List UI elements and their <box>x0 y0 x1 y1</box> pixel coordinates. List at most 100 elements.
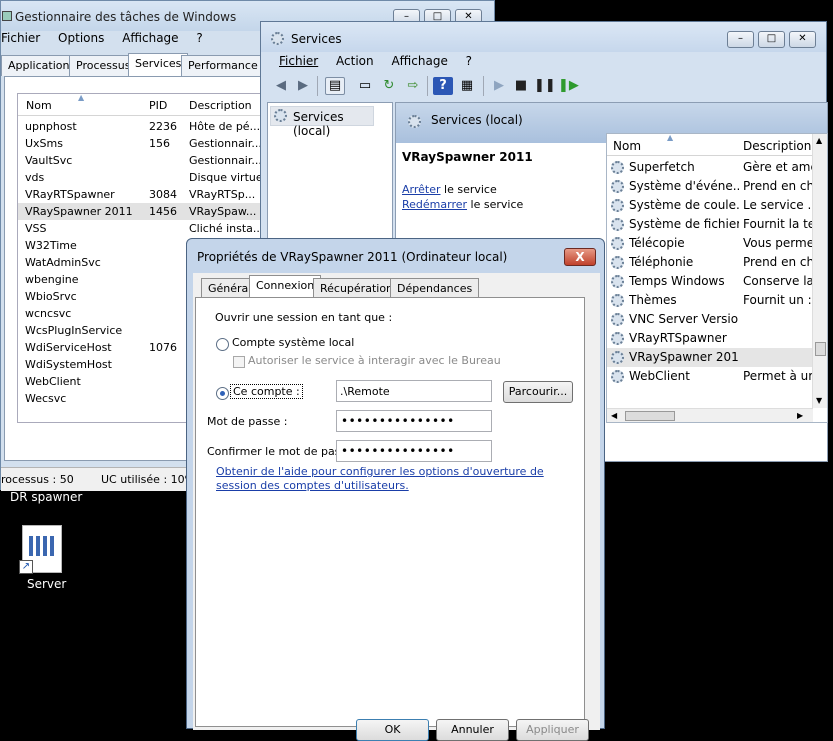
service-name: WebClient <box>629 369 690 383</box>
tab-recuperation[interactable]: Récupération <box>313 278 401 298</box>
horizontal-scroll-thumb[interactable] <box>625 411 675 421</box>
help-icon[interactable]: ? <box>433 77 453 95</box>
column-name[interactable]: Nom <box>26 99 52 112</box>
server-shortcut-icon[interactable]: ↗ <box>19 525 62 574</box>
service-description: Gère et ame <box>743 160 818 174</box>
cell-name: VRaySpawner 2011 <box>25 205 133 218</box>
menu-fichier[interactable]: Fichier <box>1 31 40 45</box>
list-item[interactable]: Téléphonie Prend en ch <box>607 253 827 272</box>
cell-pid: 2236 <box>149 120 177 133</box>
list-item[interactable]: Système d'événe... Prend en ch <box>607 177 827 196</box>
allow-desktop-checkbox[interactable] <box>233 356 245 368</box>
services-menu-affichage[interactable]: Affichage <box>391 54 447 68</box>
local-system-radio[interactable] <box>216 338 229 351</box>
dialog-close-button[interactable]: X <box>564 248 596 266</box>
services-column-description[interactable]: Description <box>743 139 811 153</box>
services-horizontal-scrollbar[interactable]: ◀ ▶ <box>607 408 813 422</box>
snapin-icon[interactable]: ▦ <box>457 77 477 95</box>
start-service-icon[interactable]: ▶ <box>489 77 509 95</box>
cell-name: VaultSvc <box>25 154 73 167</box>
list-item[interactable]: Système de coule... Le service . <box>607 196 827 215</box>
stop-service-link[interactable]: Arrêter <box>402 183 441 196</box>
list-item[interactable]: VRaySpawner 2011 <box>607 348 827 367</box>
account-input[interactable]: .\Remote <box>336 380 492 402</box>
cell-name: vds <box>25 171 45 184</box>
tab-performance[interactable]: Performance <box>181 55 265 76</box>
restart-service-link[interactable]: Redémarrer <box>402 198 467 211</box>
list-item[interactable]: Système de fichier... Fournit la te <box>607 215 827 234</box>
stop-service-suffix: le service <box>444 183 497 196</box>
cell-name: wcncsvc <box>25 307 72 320</box>
back-arrow-icon[interactable]: ◀ <box>271 77 291 95</box>
local-system-label[interactable]: Compte système local <box>232 336 354 349</box>
this-account-label[interactable]: Ce compte : <box>230 384 303 399</box>
ok-button[interactable]: OK <box>356 719 429 741</box>
service-description: Vous perme <box>743 236 815 250</box>
list-item[interactable]: Superfetch Gère et ame <box>607 158 827 177</box>
allow-desktop-label[interactable]: Autoriser le service à interagir avec le… <box>248 354 501 367</box>
apply-button[interactable]: Appliquer <box>516 719 589 741</box>
column-description[interactable]: Description <box>189 99 252 112</box>
services-maximize-button[interactable]: □ <box>758 31 785 48</box>
cell-name: VSS <box>25 222 47 235</box>
services-list-view[interactable]: Nom ▲ Description Superfetch Gère et ame S… <box>606 133 828 423</box>
forward-arrow-icon[interactable]: ▶ <box>293 77 313 95</box>
cell-name: upnphost <box>25 120 77 133</box>
server-shortcut-label[interactable]: Server <box>27 577 66 591</box>
scroll-down-arrow-icon[interactable]: ▼ <box>816 396 822 405</box>
pause-service-icon[interactable]: ❚❚ <box>533 77 556 95</box>
services-vertical-scrollbar[interactable]: ▲ ▼ <box>812 134 827 408</box>
this-account-radio[interactable] <box>216 387 229 400</box>
service-gear-icon <box>611 199 624 212</box>
tab-connexion[interactable]: Connexion <box>249 275 322 299</box>
cell-desc: Hôte de pé... <box>189 120 261 133</box>
service-name: VNC Server Versio... <box>629 312 739 326</box>
services-close-button[interactable]: ✕ <box>789 31 816 48</box>
menu-affichage[interactable]: Affichage <box>122 31 178 45</box>
tree-item-services-local[interactable]: Services (local) <box>270 106 374 138</box>
service-description: Permet à ur <box>743 369 814 383</box>
refresh-icon[interactable]: ↻ <box>379 77 399 95</box>
password-input[interactable]: ••••••••••••••• <box>336 410 492 432</box>
stop-service-line: Arrêter le service <box>402 183 497 196</box>
list-item[interactable]: Télécopie Vous perme <box>607 234 827 253</box>
services-menu-action[interactable]: Action <box>336 54 374 68</box>
cell-pid: 1456 <box>149 205 177 218</box>
logon-help-link[interactable]: Obtenir de l'aide pour configurer les op… <box>216 465 566 493</box>
list-item[interactable]: VRayRTSpawner <box>607 329 827 348</box>
menu-help[interactable]: ? <box>196 31 202 45</box>
scroll-left-arrow-icon[interactable]: ◀ <box>611 411 617 420</box>
list-item[interactable]: Temps Windows Conserve la <box>607 272 827 291</box>
stop-service-icon[interactable]: ■ <box>511 77 531 95</box>
show-tree-icon[interactable]: ▤ <box>325 77 345 95</box>
list-item[interactable]: Thèmes Fournit un : <box>607 291 827 310</box>
menu-options[interactable]: Options <box>58 31 104 45</box>
services-menu-help[interactable]: ? <box>466 54 472 68</box>
list-item[interactable]: VNC Server Versio... <box>607 310 827 329</box>
tab-services[interactable]: Services <box>128 53 189 77</box>
service-description: Fournit la te <box>743 217 816 231</box>
logon-as-label: Ouvrir une session en tant que : <box>215 311 393 324</box>
scroll-right-arrow-icon[interactable]: ▶ <box>797 411 803 420</box>
restart-service-icon[interactable]: ❚▶ <box>557 77 579 95</box>
export-list-icon[interactable]: ⇨ <box>403 77 423 95</box>
confirm-password-input[interactable]: ••••••••••••••• <box>336 440 492 462</box>
scroll-thumb[interactable] <box>815 342 826 356</box>
properties-sheet-icon[interactable]: ▭ <box>355 77 375 95</box>
service-name: Téléphonie <box>629 255 694 269</box>
cell-pid: 1076 <box>149 341 177 354</box>
cell-name: wbengine <box>25 273 79 286</box>
services-menu-fichier[interactable]: Fichier <box>279 54 318 68</box>
browse-button[interactable]: Parcourir... <box>503 381 573 403</box>
tab-dependances[interactable]: Dépendances <box>390 278 480 298</box>
cancel-button[interactable]: Annuler <box>436 719 509 741</box>
scroll-up-arrow-icon[interactable]: ▲ <box>816 136 822 145</box>
list-item[interactable]: WebClient Permet à ur <box>607 367 827 386</box>
services-column-name[interactable]: Nom <box>613 139 641 153</box>
services-list-header: Nom ▲ Description <box>607 134 827 156</box>
cell-name: WdiSystemHost <box>25 358 112 371</box>
column-pid[interactable]: PID <box>149 99 167 112</box>
task-manager-app-icon <box>2 11 12 21</box>
cell-name: Wecsvc <box>25 392 67 405</box>
services-minimize-button[interactable]: – <box>727 31 754 48</box>
